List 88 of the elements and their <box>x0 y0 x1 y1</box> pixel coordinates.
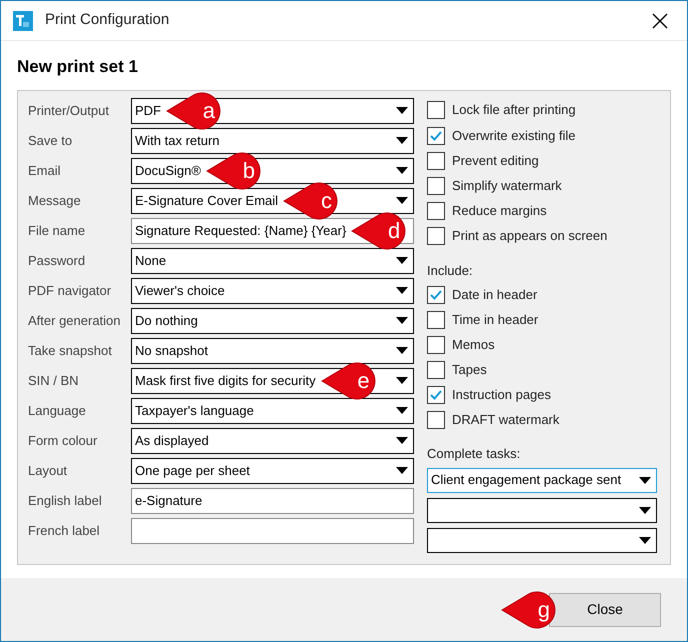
checkbox-label: Memos <box>452 336 495 354</box>
checkbox-label: Overwrite existing file <box>452 127 576 146</box>
field-label: Take snapshot <box>28 342 113 360</box>
dropdown[interactable]: As displayed <box>131 428 414 454</box>
checkbox-label: DRAFT watermark <box>452 410 560 429</box>
dropdown-value: Client engagement package sent <box>431 471 622 490</box>
checkbox-label: Instruction pages <box>452 386 552 404</box>
checkbox-label: Reduce margins <box>452 202 547 220</box>
checkbox[interactable] <box>427 202 445 220</box>
dropdown-arrow-icon <box>639 476 651 484</box>
checkbox-label: Simplify watermark <box>452 177 562 196</box>
dropdown-arrow-icon <box>396 317 408 324</box>
dropdown-value: With tax return <box>135 132 220 150</box>
checkbox[interactable] <box>427 336 445 354</box>
dropdown-arrow-icon <box>396 107 408 114</box>
dropdown-arrow-icon <box>396 437 408 444</box>
dropdown[interactable]: With tax return <box>131 128 414 154</box>
dropdown-arrow-icon <box>639 536 651 544</box>
text-field[interactable] <box>131 518 414 544</box>
dropdown-arrow-icon <box>396 137 408 144</box>
field-label: SIN / BN <box>28 372 80 390</box>
checkbox-label: Time in header <box>452 310 538 329</box>
dropdown-value: PDF <box>135 102 161 120</box>
dropdown[interactable] <box>427 498 657 522</box>
dropdown[interactable]: Client engagement package sent <box>427 468 657 492</box>
checkbox[interactable] <box>427 152 445 170</box>
field-label: French label <box>28 522 101 540</box>
dropdown-arrow-icon <box>639 506 651 514</box>
dropdown-value: None <box>135 252 166 270</box>
close-button[interactable]: Close <box>549 592 661 626</box>
dropdown-arrow-icon <box>396 467 408 474</box>
checkbox-label: Date in header <box>452 286 538 304</box>
dropdown[interactable] <box>427 528 657 552</box>
field-label: PDF navigator <box>28 282 112 300</box>
checkbox[interactable] <box>427 227 445 245</box>
dropdown[interactable]: Viewer's choice <box>131 278 414 304</box>
checkbox[interactable] <box>427 310 445 328</box>
dropdown[interactable]: None <box>131 248 414 274</box>
dialog-heading: New print set 1 <box>17 56 139 78</box>
field-label: File name <box>28 222 86 240</box>
dropdown-arrow-icon <box>396 377 408 384</box>
text-field[interactable]: e-Signature <box>131 488 414 514</box>
checkbox-label: Prevent editing <box>452 152 539 170</box>
field-label: English label <box>28 492 103 510</box>
field-label: Layout <box>28 462 68 480</box>
dropdown[interactable]: No snapshot <box>131 338 414 364</box>
checkbox-label: Lock file after printing <box>452 101 576 120</box>
dropdown-value: No snapshot <box>135 342 208 360</box>
field-label: Printer/Output <box>28 102 110 120</box>
app-icon <box>13 10 33 30</box>
field-label: After generation <box>28 312 122 330</box>
dropdown-arrow-icon <box>396 197 408 204</box>
field-label: Language <box>28 402 87 420</box>
field-label: Message <box>28 192 82 210</box>
dropdown-arrow-icon <box>396 407 408 414</box>
dropdown[interactable]: Do nothing <box>131 308 414 334</box>
dropdown-value: Do nothing <box>135 312 198 330</box>
field-label: Save to <box>28 132 74 150</box>
checkbox[interactable] <box>427 360 445 378</box>
checkbox[interactable] <box>427 177 445 195</box>
section-label: Include: <box>427 262 474 280</box>
dropdown[interactable]: One page per sheet <box>131 458 414 484</box>
checkbox[interactable] <box>427 286 445 304</box>
dropdown[interactable]: Taxpayer's language <box>131 398 414 424</box>
window-title: Print Configuration <box>45 10 170 30</box>
dropdown-arrow-icon <box>396 347 408 354</box>
field-label: Form colour <box>28 432 98 450</box>
dropdown-arrow-icon <box>396 287 408 294</box>
dropdown-arrow-icon <box>396 167 408 174</box>
dropdown-value: Viewer's choice <box>135 282 225 300</box>
dropdown-value: One page per sheet <box>135 462 250 480</box>
field-value: Signature Requested: {Name} {Year} <box>135 222 346 240</box>
dropdown-value: Mask first five digits for security <box>135 372 316 390</box>
dropdown-value: Taxpayer's language <box>135 402 254 420</box>
section-label: Complete tasks: <box>427 445 522 463</box>
dropdown-value: E-Signature Cover Email <box>135 192 278 210</box>
field-label: Password <box>28 252 86 270</box>
checkbox[interactable] <box>427 386 445 404</box>
checkbox[interactable] <box>427 101 445 119</box>
dropdown-value: As displayed <box>135 432 209 450</box>
field-label: Email <box>28 162 62 180</box>
checkbox-label: Tapes <box>452 360 487 379</box>
dropdown-arrow-icon <box>396 257 408 264</box>
field-value: e-Signature <box>135 492 202 510</box>
dropdown-value: DocuSign® <box>135 162 201 180</box>
checkbox-label: Print as appears on screen <box>452 227 608 246</box>
checkbox[interactable] <box>427 410 445 428</box>
checkbox[interactable] <box>427 127 445 145</box>
